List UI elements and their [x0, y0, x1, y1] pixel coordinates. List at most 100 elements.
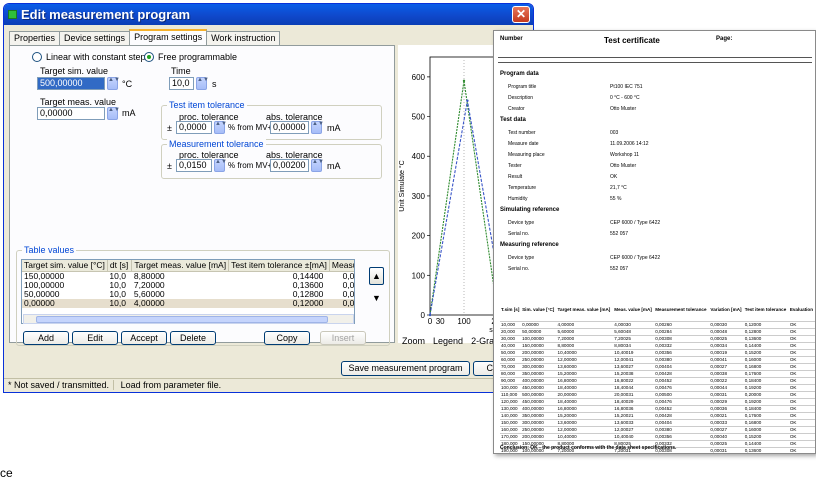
mode-free-radio[interactable]: Free programmable	[144, 52, 237, 62]
cert-grid-cell: 350,00000	[521, 370, 557, 378]
cert-grid-cell: OK	[788, 349, 815, 357]
cert-grid-cell: 12,00000	[556, 356, 614, 364]
cert-grid-cell: 7,20000	[556, 335, 614, 343]
copy-button[interactable]: Copy	[264, 331, 310, 345]
col-measurement[interactable]: Measureme	[329, 260, 354, 272]
cert-grid-cell: 50,000	[500, 349, 522, 357]
cert-grid-cell: OK	[788, 398, 815, 406]
cert-grid-cell: 0,12000	[743, 321, 789, 329]
cert-row-value: 552 057	[610, 231, 629, 237]
cert-grid-cell: OK	[788, 370, 815, 378]
cert-grid-cell: OK	[788, 384, 815, 392]
cert-grid-cell: 0,00452	[654, 377, 710, 385]
cert-grid-cell: 18,40000	[556, 398, 614, 406]
measurement-proc-spinner[interactable]: ▲▼	[214, 159, 227, 172]
measurement-tolerance-title: Measurement tolerance	[167, 139, 266, 149]
cert-grid-cell: 0,00284	[654, 328, 710, 336]
table-horizontal-scrollbar[interactable]	[23, 314, 354, 324]
cert-grid-cell: 7,20025	[613, 335, 655, 343]
cell: 0,00000	[22, 298, 108, 308]
cert-grid-cell: 40,000	[500, 342, 522, 350]
radio-circle-selected[interactable]	[144, 52, 154, 62]
stray-text: ce	[0, 466, 13, 480]
cert-row-key: Serial no.	[508, 266, 530, 272]
time-spinner[interactable]: ▲▼	[196, 77, 209, 90]
cert-grid-column: Target meas. value [mA]	[556, 307, 614, 322]
cert-row-value: 55 %	[610, 196, 622, 202]
cert-grid-cell: OK	[788, 342, 815, 350]
target-meas-spinner[interactable]: ▲▼	[107, 107, 120, 120]
tab-properties[interactable]: Properties	[9, 31, 61, 45]
save-measurement-program-button[interactable]: Save measurement program	[341, 361, 470, 376]
cert-grid-cell: 0,00031	[709, 391, 744, 399]
tab-program-settings[interactable]: Program settings	[129, 29, 208, 45]
measurement-abs-input[interactable]: 0,00200	[270, 159, 309, 172]
cert-row-key: Humidity	[508, 196, 528, 202]
edit-button[interactable]: Edit	[72, 331, 118, 345]
cert-grid-row: 100,000 450,00000 18,40000 18,40044 0,00476 0…	[500, 384, 815, 392]
cert-grid-column: Meas. value [mA]	[613, 307, 655, 322]
cert-grid-body: 10,000 0,00000 4,00000 4,00030 0,00260 0,0003…	[500, 321, 815, 453]
cert-row-value: CEP 6000 / Type 6422	[610, 255, 661, 261]
accept-button[interactable]: Accept	[121, 331, 167, 345]
measurement-proc-input[interactable]: 0,0150	[176, 159, 212, 172]
col-dt[interactable]: dt [s]	[107, 260, 133, 272]
move-up-button[interactable]: ▲	[369, 267, 384, 285]
test-item-proc-input[interactable]: 0,0000	[176, 121, 212, 134]
time-input[interactable]: 10,0	[169, 77, 194, 90]
cert-row-value: Pt100 IEC 751	[610, 84, 643, 90]
add-button[interactable]: Add	[23, 331, 69, 345]
test-item-abs-input[interactable]: 0,00000	[270, 121, 309, 134]
cert-grid-cell: 4,00000	[556, 321, 614, 329]
table-row-selected[interactable]: 0,00000 10,0 4,00000 0,12000 0,00260	[22, 298, 354, 308]
cert-title: Test certificate	[604, 36, 660, 45]
test-item-abs-spinner[interactable]: ▲▼	[311, 121, 324, 134]
cert-grid-row: 140,000 350,00000 15,20000 15,20021 0,00428 0…	[500, 412, 815, 420]
cert-grid-cell: 0,00476	[654, 398, 710, 406]
measurement-abs-spinner[interactable]: ▲▼	[311, 159, 324, 172]
tab-work-instruction[interactable]: Work instruction	[206, 31, 281, 45]
cert-grid-cell: 18,40029	[613, 398, 655, 406]
cert-grid-column: Variation [mA]	[709, 307, 744, 322]
scroll-thumb[interactable]	[36, 316, 328, 323]
cert-grid-cell: OK	[788, 328, 815, 336]
col-test-item-tolerance[interactable]: Test item tolerance ±[mA]	[228, 260, 330, 272]
measurement-mid-text: % from MV+	[228, 161, 273, 170]
insert-button[interactable]: Insert	[320, 331, 366, 345]
chart-tab-zoom[interactable]: Zoom	[398, 334, 429, 348]
test-item-proc-spinner[interactable]: ▲▼	[214, 121, 227, 134]
cert-grid-cell: 120,000	[500, 398, 522, 406]
cert-row-value: CEP 6000 / Type 6422	[610, 220, 661, 226]
radio-circle[interactable]	[32, 52, 42, 62]
cert-row-key: Device type	[508, 255, 535, 261]
cert-grid-row: 160,000 250,00000 12,00000 12,00027 0,00380 0…	[500, 426, 815, 434]
cert-grid-cell: OK	[788, 356, 815, 364]
mode-linear-radio[interactable]: Linear with constant steps	[32, 52, 150, 62]
cert-grid-row: 60,000 250,00000 12,00000 12,00041 0,00380 0,…	[500, 356, 815, 364]
test-item-mid-text: % from MV+	[228, 123, 273, 132]
col-target-sim[interactable]: Target sim. value [°C]	[22, 260, 108, 272]
cert-grid-cell: 160,000	[500, 426, 522, 434]
chart-tab-legend[interactable]: Legend	[429, 334, 467, 348]
cert-grid-row: 150,000 300,00000 13,60000 13,60033 0,00404 0…	[500, 419, 815, 427]
cert-row-key: Measure date	[508, 141, 539, 147]
target-meas-unit: mA	[122, 108, 136, 118]
y-tick-label: 100	[412, 271, 426, 280]
cert-grid-cell: 250,00000	[521, 426, 557, 434]
cert-grid-cell: 0,00041	[709, 356, 744, 364]
cell: 4,00000	[131, 298, 229, 308]
cert-grid-cell: 30,000	[500, 335, 522, 343]
close-button[interactable]: ✕	[512, 6, 530, 23]
target-sim-input[interactable]: 500,00000	[37, 77, 105, 90]
delete-button[interactable]: Delete	[170, 331, 216, 345]
tab-device-settings[interactable]: Device settings	[59, 31, 131, 45]
cert-grid-cell: 0,16000	[743, 356, 789, 364]
col-target-meas[interactable]: Target meas. value [mA]	[131, 260, 230, 272]
target-meas-input[interactable]: 0,00000	[37, 107, 105, 120]
target-sim-spinner[interactable]: ▲▼	[107, 77, 120, 90]
measurement-unit: mA	[327, 161, 341, 171]
cert-grid-cell: OK	[788, 447, 815, 453]
title-bar[interactable]: Edit measurement program	[4, 4, 533, 25]
cert-grid-cell: 20,000	[500, 328, 522, 336]
move-down-button[interactable]: ▼	[369, 290, 384, 308]
